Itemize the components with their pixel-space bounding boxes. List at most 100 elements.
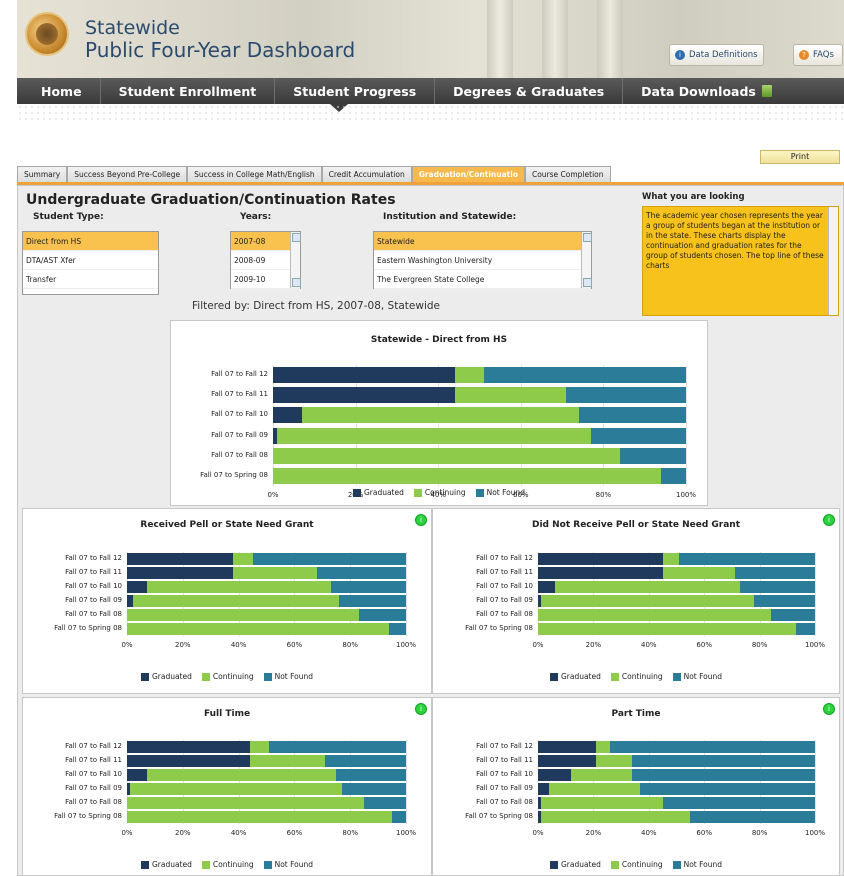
nav-item-label: Data Downloads	[641, 83, 756, 99]
bar-segment-graduated	[538, 581, 555, 593]
nav-item-degrees-graduates[interactable]: Degrees & Graduates	[435, 78, 624, 104]
category-label: Fall 07 to Fall 11	[65, 756, 122, 764]
category-label: Fall 07 to Fall 08	[476, 610, 533, 618]
bar-segment-continuing	[233, 553, 253, 565]
bar-segment-continuing	[596, 755, 633, 767]
legend-swatch	[140, 673, 149, 681]
tab-success-beyond-pre-college[interactable]: Success Beyond Pre-College	[67, 166, 188, 182]
legend-label: Graduated	[560, 672, 601, 681]
bar-segment-continuing	[127, 609, 359, 621]
bar-segment-not-found	[339, 595, 406, 607]
legend-label: Not Found	[486, 488, 526, 497]
x-tick-label: 60%	[696, 829, 712, 837]
bar-segment-not-found	[316, 567, 406, 579]
data-definitions-button[interactable]: i Data Definitions	[669, 44, 764, 66]
institution-option[interactable]: Eastern Washington University	[374, 251, 591, 270]
info-dot-icon[interactable]: i	[823, 514, 835, 526]
info-text-box: The academic year chosen represents the …	[642, 206, 839, 316]
info-dot-icon[interactable]: i	[823, 703, 835, 715]
legend-item: Not Found	[672, 672, 722, 681]
category-label: Fall 07 to Spring 08	[54, 812, 122, 820]
category-label: Fall 07 to Fall 11	[476, 568, 533, 576]
legend-swatch	[549, 673, 558, 681]
filter-summary: Filtered by: Direct from HS, 2007-08, St…	[192, 300, 440, 312]
legend-item: Continuing	[201, 860, 254, 869]
help-icon: ?	[799, 50, 809, 60]
bar-segment-not-found	[578, 407, 686, 424]
bar-segment-graduated	[273, 367, 455, 384]
category-label: Fall 07 to Fall 11	[211, 390, 268, 399]
student-type-option[interactable]: Direct from HS	[23, 232, 158, 251]
legend-swatch	[413, 489, 422, 497]
x-tick-label: 100%	[804, 641, 825, 649]
bar-segment-graduated	[127, 553, 234, 565]
years-scrollbar[interactable]	[290, 232, 301, 288]
legend-label: Graduated	[363, 488, 404, 497]
chart-legend: Graduated Continuing Not Found	[432, 860, 840, 869]
student-type-option[interactable]: DTA/AST Xfer	[23, 251, 158, 270]
bar-segment-not-found	[661, 467, 686, 484]
x-tick-label: 40%	[230, 641, 247, 649]
institution-option[interactable]: The Evergreen State College	[374, 270, 591, 289]
nav-item-student-progress[interactable]: Student Progress	[275, 78, 436, 104]
nav-item-student-enrollment[interactable]: Student Enrollment	[101, 78, 276, 104]
bar-segment-continuing	[132, 595, 340, 607]
faqs-label: FAQs	[813, 50, 834, 60]
x-tick-label: 80%	[342, 829, 358, 837]
tab-course-completion[interactable]: Course Completion	[524, 166, 611, 182]
chart-title: Received Pell or State Need Grant	[140, 520, 314, 530]
bar-segment-not-found	[770, 609, 815, 621]
x-tick-label: 0%	[121, 829, 133, 837]
tab-graduation-continuatio[interactable]: Graduation/Continuatio	[411, 166, 525, 182]
legend-label: Continuing	[424, 488, 466, 497]
tab-summary[interactable]: Summary	[17, 166, 68, 182]
legend-swatch	[263, 673, 272, 681]
bar-segment-continuing	[554, 581, 741, 593]
bar-segment-graduated	[538, 567, 663, 579]
bar-segment-graduated	[538, 755, 597, 767]
tab-credit-accumulation[interactable]: Credit Accumulation	[321, 166, 412, 182]
site-title-line1: Statewide	[85, 17, 180, 39]
category-label: Fall 07 to Fall 08	[65, 798, 122, 806]
institution-listbox[interactable]: Statewide Eastern Washington University …	[373, 231, 592, 289]
category-label: Fall 07 to Fall 10	[211, 410, 268, 419]
nav-item-data-downloads[interactable]: Data Downloads	[623, 78, 790, 104]
legend-label: Continuing	[212, 860, 254, 869]
legend-swatch	[140, 861, 149, 869]
bar-segment-continuing	[249, 741, 270, 753]
print-button[interactable]: Print	[760, 150, 840, 164]
category-label: Fall 07 to Fall 10	[65, 770, 122, 778]
faqs-button[interactable]: ? FAQs	[793, 44, 843, 66]
info-scrollbar[interactable]	[828, 207, 838, 315]
info-dot-icon[interactable]: i	[415, 703, 427, 715]
legend-swatch	[672, 673, 681, 681]
category-label: Fall 07 to Fall 08	[476, 798, 533, 806]
institution-label: Institution and Statewide:	[383, 212, 517, 222]
legend-item: Continuing	[610, 860, 663, 869]
bar-segment-not-found	[392, 811, 406, 823]
bar-segment-not-found	[252, 553, 406, 565]
nav-item-home[interactable]: Home	[17, 78, 101, 104]
site-title-line2: Public Four-Year Dashboard	[85, 38, 356, 62]
student-type-option[interactable]: Transfer	[23, 270, 158, 289]
bar-segment-not-found	[740, 581, 815, 593]
legend-swatch	[610, 861, 619, 869]
x-tick-label: 80%	[751, 829, 768, 837]
legend-label: Not Found	[274, 672, 314, 681]
bar-segment-graduated	[538, 783, 550, 795]
pillar-decoration	[487, 0, 513, 78]
years-listbox[interactable]: 2007-08 2008-09 2009-10	[230, 231, 301, 289]
bar-segment-continuing	[127, 811, 393, 823]
x-tick-label: 40%	[230, 829, 247, 837]
state-seal-logo	[25, 12, 69, 56]
legend-swatch	[263, 861, 272, 869]
tab-success-in-college-math-english[interactable]: Success in College Math/English	[187, 166, 322, 182]
legend-label: Continuing	[212, 672, 254, 681]
bar-segment-continuing	[549, 783, 641, 795]
student-type-listbox[interactable]: Direct from HS DTA/AST Xfer Transfer	[22, 231, 159, 295]
category-label: Fall 07 to Fall 09	[476, 784, 533, 792]
chart-title: Full Time	[203, 709, 251, 719]
institution-scrollbar[interactable]	[581, 232, 592, 288]
info-dot-icon[interactable]: i	[415, 514, 427, 526]
institution-option[interactable]: Statewide	[374, 232, 591, 251]
